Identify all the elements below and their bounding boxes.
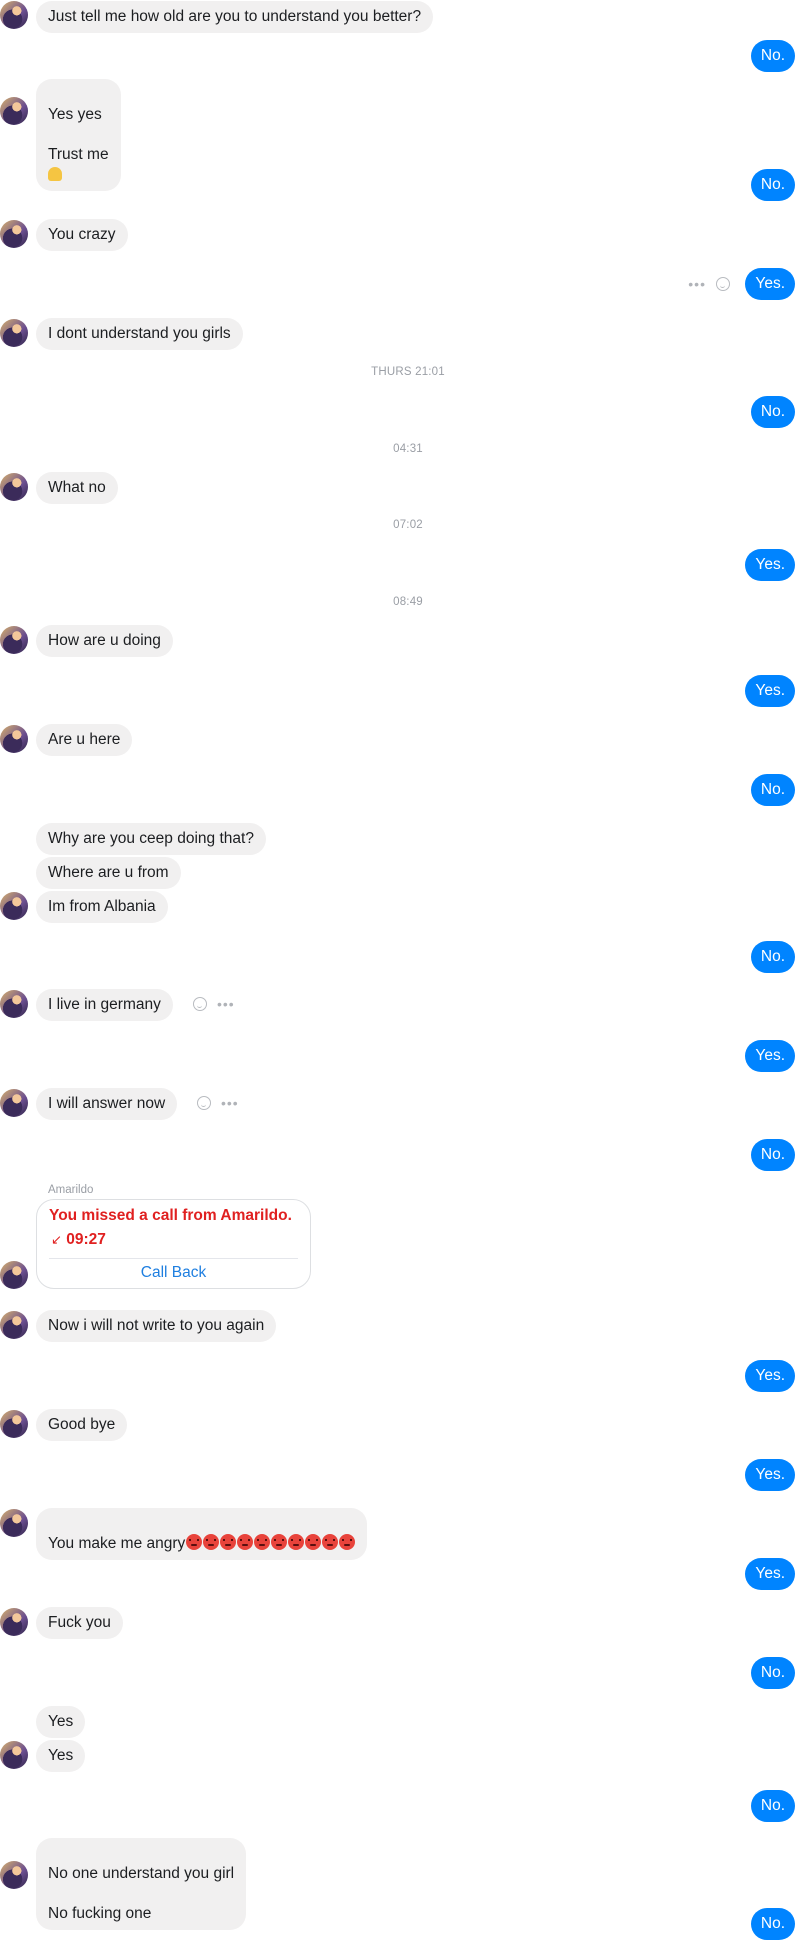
message-incoming: Why are you ceep doing that? (36, 823, 266, 855)
message-outgoing: Yes. (745, 1040, 795, 1072)
message-outgoing: No. (750, 1908, 795, 1940)
avatar[interactable] (0, 1089, 28, 1117)
message-line: Yes yes (48, 106, 102, 123)
message-outgoing: Yes. (745, 1360, 795, 1392)
missed-call-arrow-icon: ↙ (51, 1232, 62, 1247)
message-incoming: Yes (36, 1706, 86, 1738)
message-incoming: Are u here (36, 724, 133, 756)
angry-face-icon (322, 1534, 339, 1550)
message-incoming: How are u doing (36, 625, 173, 657)
message-outgoing: Yes. (745, 675, 795, 707)
avatar[interactable] (0, 1861, 28, 1889)
smiley-reaction-icon[interactable] (193, 997, 207, 1011)
angry-face-icon (339, 1534, 356, 1550)
message-line: Trust me (48, 146, 109, 163)
message-outgoing: Yes. (745, 1459, 795, 1491)
avatar[interactable] (0, 1311, 28, 1339)
message-incoming: Now i will not write to you again (36, 1310, 277, 1342)
message-incoming: I live in germany (36, 989, 173, 1021)
smiley-reaction-icon[interactable] (197, 1096, 211, 1110)
message-outgoing: No. (750, 396, 795, 428)
angry-face-icon (203, 1534, 220, 1550)
message-incoming: Yes (36, 1740, 86, 1772)
avatar[interactable] (0, 725, 28, 753)
message-incoming: I will answer now (36, 1088, 178, 1120)
angry-face-icon (271, 1534, 288, 1550)
message-incoming: You make me angry (36, 1508, 368, 1560)
message-line: No one understand you girl (48, 1865, 235, 1882)
angry-face-icon (305, 1534, 322, 1550)
avatar[interactable] (0, 990, 28, 1018)
sender-name: Amarildo (48, 1184, 94, 1196)
timestamp: 08:49 (393, 596, 423, 608)
smiley-reaction-icon[interactable] (716, 277, 730, 291)
timestamp: 04:31 (393, 443, 423, 455)
angry-face-icon (237, 1534, 254, 1550)
message-outgoing: No. (750, 1139, 795, 1171)
message-outgoing: Yes. (745, 268, 795, 300)
message-text: You make me angry (48, 1535, 186, 1552)
message-outgoing: No. (750, 1790, 795, 1822)
bell-emoji-icon (48, 167, 62, 181)
angry-face-icon (254, 1534, 271, 1550)
avatar[interactable] (0, 1509, 28, 1537)
more-dots-icon[interactable]: ••• (688, 277, 706, 291)
avatar[interactable] (0, 1608, 28, 1636)
missed-call-card: You missed a call from Amarildo. ↙ 09:27… (36, 1199, 311, 1289)
avatar[interactable] (0, 892, 28, 920)
avatar[interactable] (0, 1, 28, 29)
missed-call-time-text: 09:27 (66, 1231, 106, 1248)
message-incoming: Yes yes Trust me (36, 79, 121, 191)
message-incoming: Good bye (36, 1409, 128, 1441)
message-incoming: Fuck you (36, 1607, 123, 1639)
message-incoming: Im from Albania (36, 891, 168, 923)
message-outgoing: No. (750, 941, 795, 973)
message-outgoing: No. (750, 40, 795, 72)
avatar[interactable] (0, 1410, 28, 1438)
more-dots-icon[interactable]: ••• (221, 1096, 239, 1110)
message-incoming: Where are u from (36, 857, 181, 889)
call-back-button[interactable]: Call Back (37, 1264, 310, 1282)
angry-face-icon (186, 1534, 203, 1550)
message-incoming: What no (36, 472, 118, 504)
missed-call-title: You missed a call from Amarildo. (49, 1207, 292, 1224)
angry-face-icon (220, 1534, 237, 1550)
message-outgoing: No. (750, 1657, 795, 1689)
angry-face-icon (288, 1534, 305, 1550)
more-dots-icon[interactable]: ••• (217, 997, 235, 1011)
timestamp: 07:02 (393, 519, 423, 531)
message-outgoing: Yes. (745, 1558, 795, 1590)
avatar[interactable] (0, 473, 28, 501)
message-outgoing: No. (750, 169, 795, 201)
missed-call-time: ↙ 09:27 (51, 1231, 106, 1249)
avatar[interactable] (0, 220, 28, 248)
message-actions: ••• (197, 1096, 239, 1110)
divider (49, 1258, 298, 1259)
message-actions: ••• (193, 997, 235, 1011)
avatar[interactable] (0, 1261, 28, 1289)
message-actions: ••• (688, 277, 730, 291)
message-line: No fucking one (48, 1905, 152, 1922)
avatar[interactable] (0, 319, 28, 347)
message-incoming: You crazy (36, 219, 128, 251)
message-incoming: Just tell me how old are you to understa… (36, 1, 434, 33)
message-outgoing: Yes. (745, 549, 795, 581)
avatar[interactable] (0, 97, 28, 125)
message-incoming: I dont understand you girls (36, 318, 243, 350)
message-outgoing: No. (750, 774, 795, 806)
avatar[interactable] (0, 1741, 28, 1769)
timestamp: THURS 21:01 (371, 366, 445, 378)
message-incoming: No one understand you girl No fucking on… (36, 1838, 247, 1930)
avatar[interactable] (0, 626, 28, 654)
